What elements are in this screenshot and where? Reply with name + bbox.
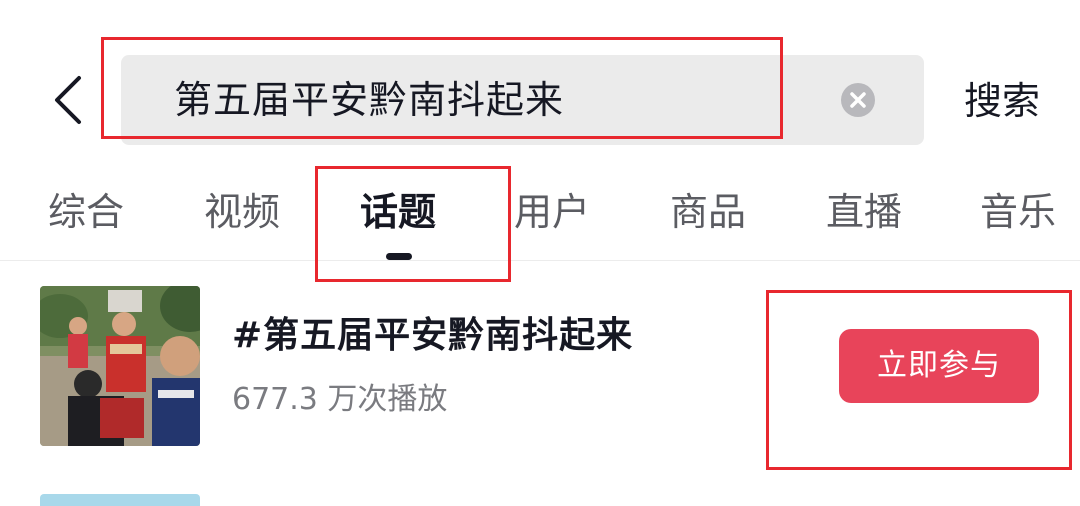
- clear-search-button[interactable]: [840, 82, 876, 118]
- topic-cover-image: [40, 286, 200, 446]
- chevron-left-icon: [55, 76, 81, 124]
- topic-thumbnail[interactable]: [40, 286, 200, 446]
- tab-product[interactable]: 商品: [670, 184, 746, 240]
- tab-video[interactable]: 视频: [204, 184, 280, 240]
- search-input[interactable]: 第五届平安黔南抖起来: [121, 55, 924, 145]
- tab-music[interactable]: 音乐: [980, 184, 1056, 240]
- join-now-button[interactable]: 立即参与: [839, 329, 1039, 403]
- search-query-text: 第五届平安黔南抖起来: [174, 78, 565, 122]
- search-button[interactable]: 搜索: [964, 73, 1040, 129]
- tab-topic[interactable]: 话题: [360, 184, 436, 240]
- tab-divider: [0, 260, 1080, 261]
- tab-comprehensive[interactable]: 综合: [48, 184, 124, 240]
- tab-bar: 综合 视频 话题 用户 商品 直播 音乐: [0, 170, 1080, 260]
- tab-user[interactable]: 用户: [514, 184, 590, 240]
- topic-title[interactable]: #第五届平安黔南抖起来: [232, 310, 633, 362]
- next-result-thumbnail[interactable]: [40, 494, 200, 506]
- back-button[interactable]: [40, 70, 96, 130]
- topic-view-count: 677.3 万次播放: [232, 382, 448, 417]
- active-tab-indicator: [386, 253, 412, 260]
- close-circle-icon: [841, 83, 875, 117]
- tab-live[interactable]: 直播: [826, 184, 902, 240]
